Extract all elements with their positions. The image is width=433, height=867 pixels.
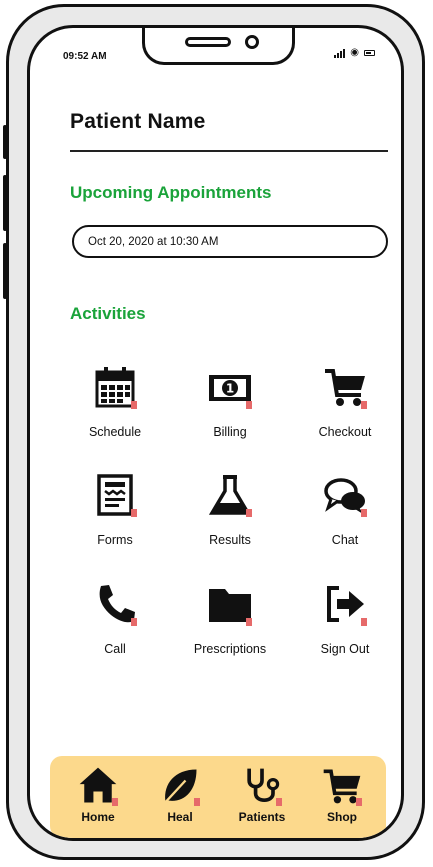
- camera: [245, 35, 259, 49]
- marker: [246, 509, 252, 517]
- flask-icon: [202, 471, 258, 523]
- tab-heal[interactable]: Heal: [144, 764, 216, 824]
- activity-schedule[interactable]: Schedule: [70, 363, 160, 439]
- folder-icon: [202, 580, 258, 632]
- marker: [361, 618, 367, 626]
- patient-name: Patient Name: [70, 110, 206, 133]
- tab-label: Patients: [238, 810, 286, 824]
- tab-shop[interactable]: Shop: [306, 764, 378, 824]
- activity-label: Sign Out: [320, 642, 370, 656]
- status-time: 09:52 AM: [63, 51, 107, 62]
- money-icon: 1: [202, 363, 258, 415]
- divider: [70, 150, 388, 152]
- speaker: [185, 37, 231, 47]
- marker: [131, 401, 137, 409]
- activity-billing[interactable]: 1 Billing: [185, 363, 275, 439]
- status-icons: ◉: [334, 48, 375, 58]
- tab-label: Shop: [327, 810, 357, 824]
- activity-label: Checkout: [318, 425, 372, 439]
- marker: [361, 509, 367, 517]
- marker: [112, 798, 118, 806]
- activities-title: Activities: [70, 304, 146, 323]
- side-button: [3, 243, 7, 299]
- tab-patients[interactable]: Patients: [226, 764, 298, 824]
- side-button: [3, 175, 7, 231]
- wifi-icon: ◉: [350, 47, 359, 58]
- bottom-tab-bar: Home Heal Patients Shop: [50, 756, 386, 838]
- activity-results[interactable]: Results: [185, 471, 275, 547]
- tab-label: Heal: [167, 810, 193, 824]
- phone-icon: [87, 580, 143, 632]
- activity-label: Prescriptions: [193, 642, 267, 656]
- activity-label: Results: [209, 533, 251, 547]
- marker: [361, 401, 367, 409]
- marker: [246, 401, 252, 409]
- phone-frame: 09:52 AM ◉ Patient Name Upcoming Appoint…: [3, 4, 425, 860]
- battery-icon: [364, 50, 375, 56]
- svg-text:1: 1: [226, 382, 234, 396]
- form-icon: [87, 471, 143, 523]
- activity-label: Billing: [213, 425, 247, 439]
- marker: [246, 618, 252, 626]
- activity-prescriptions[interactable]: Prescriptions: [185, 580, 275, 656]
- activity-call[interactable]: Call: [70, 580, 160, 656]
- marker: [131, 618, 137, 626]
- activity-sign-out[interactable]: Sign Out: [300, 580, 390, 656]
- chat-icon: [317, 471, 373, 523]
- tab-home[interactable]: Home: [62, 764, 134, 824]
- activity-chat[interactable]: Chat: [300, 471, 390, 547]
- notch: [142, 28, 295, 65]
- activity-label: Call: [104, 642, 126, 656]
- activity-label: Forms: [97, 533, 133, 547]
- activity-checkout[interactable]: Checkout: [300, 363, 390, 439]
- activity-forms[interactable]: Forms: [70, 471, 160, 547]
- signal-icon: [334, 48, 346, 58]
- marker: [131, 509, 137, 517]
- appointment-item[interactable]: Oct 20, 2020 at 10:30 AM: [72, 225, 388, 258]
- calendar-icon: [87, 363, 143, 415]
- marker: [276, 798, 282, 806]
- activity-label: Schedule: [88, 425, 142, 439]
- marker: [194, 798, 200, 806]
- marker: [356, 798, 362, 806]
- phone-screen: 09:52 AM ◉ Patient Name Upcoming Appoint…: [27, 25, 404, 841]
- appointments-title: Upcoming Appointments: [70, 183, 272, 202]
- side-button: [3, 125, 7, 159]
- cart-icon: [317, 363, 373, 415]
- tab-label: Home: [81, 810, 115, 824]
- activity-label: Chat: [331, 533, 359, 547]
- sign-out-icon: [317, 580, 373, 632]
